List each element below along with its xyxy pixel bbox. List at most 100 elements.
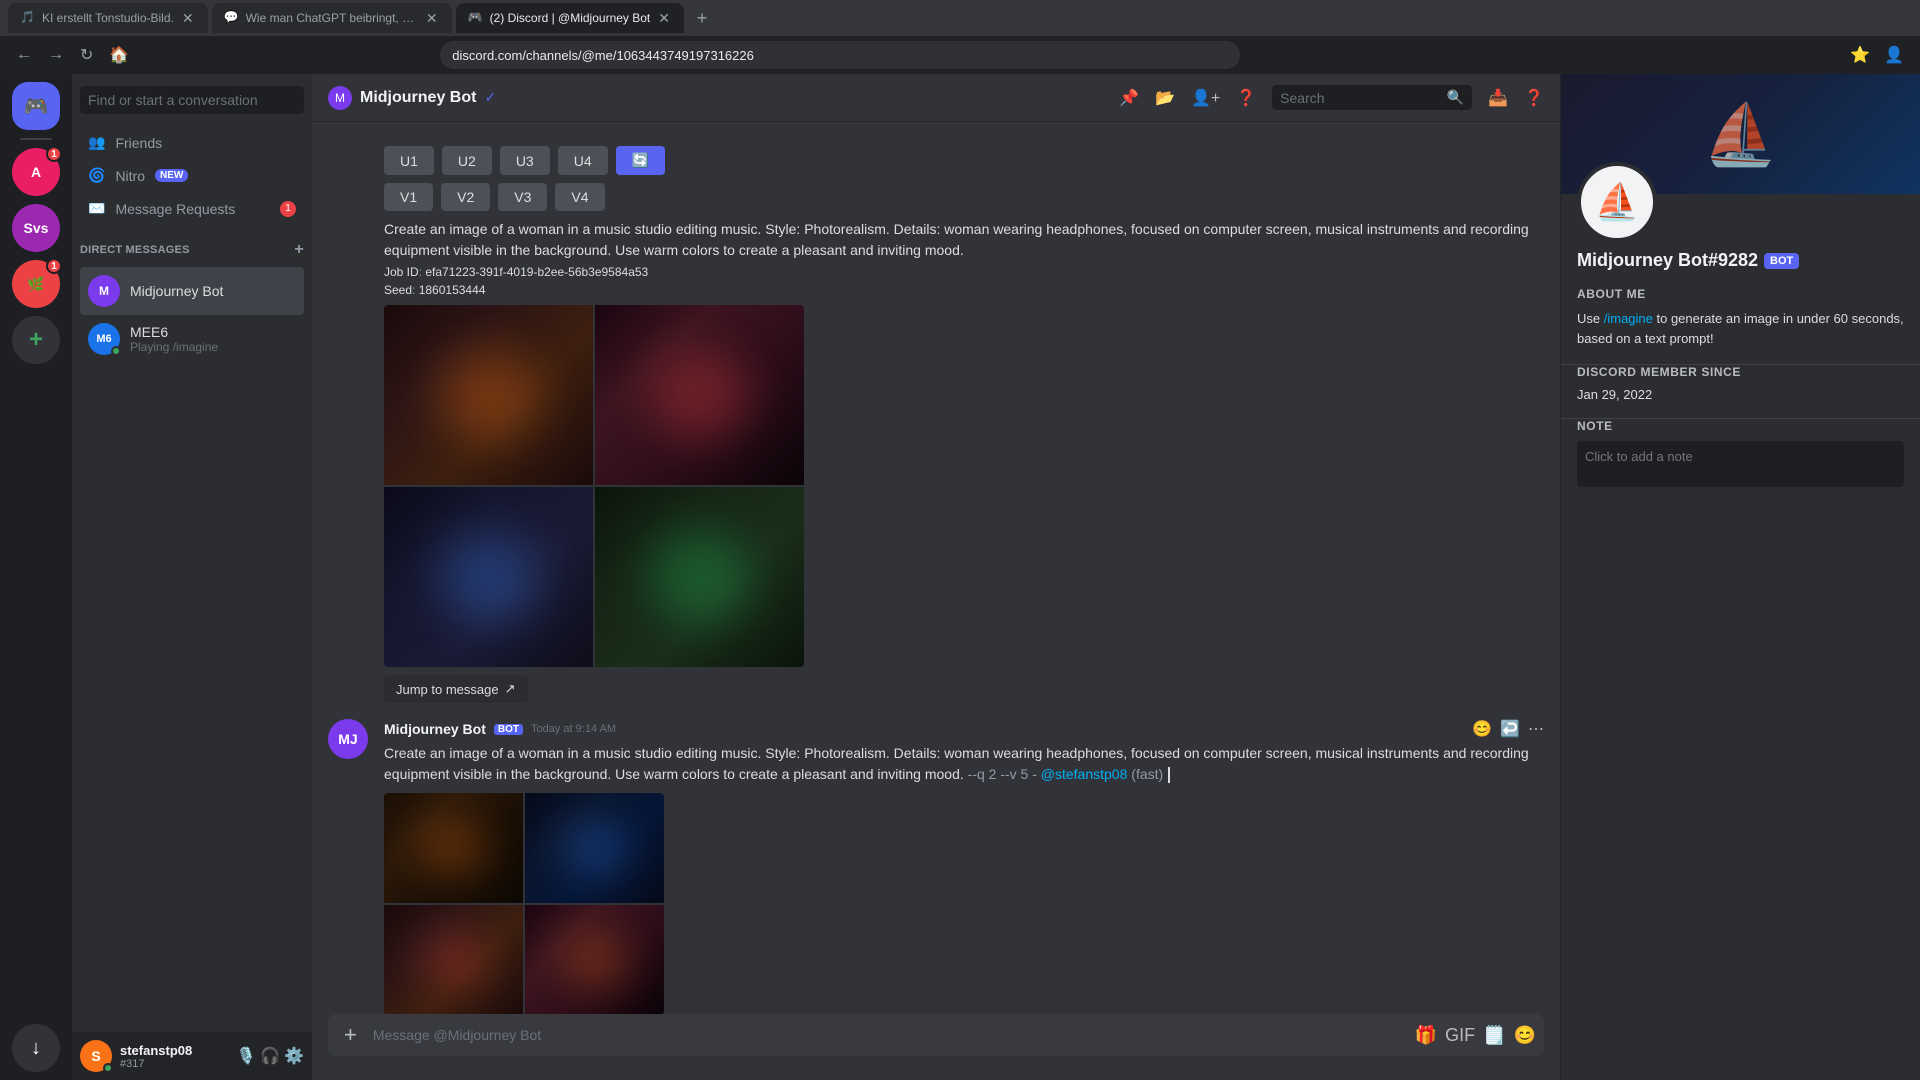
headphone-icon[interactable]: 🎧 [260, 1046, 280, 1066]
button-U3[interactable]: U3 [500, 146, 550, 175]
img-overlay-6 [525, 793, 664, 903]
button-U2[interactable]: U2 [442, 146, 492, 175]
message-input[interactable] [373, 1015, 1407, 1055]
img-overlay-3 [384, 487, 593, 667]
dm-section-label: DIRECT MESSAGES [80, 244, 190, 256]
add-server-button[interactable]: + [12, 316, 60, 364]
button-U4[interactable]: U4 [558, 146, 608, 175]
download-icon: ↓ [31, 1037, 41, 1060]
tab-2[interactable]: 💬 Wie man ChatGPT beibringt, be... ✕ [212, 3, 452, 33]
tab-title-2: Wie man ChatGPT beibringt, be... [246, 11, 418, 25]
jump-to-message-button[interactable]: Jump to message ↗ [384, 675, 528, 703]
header-icons: 📌 📂 👤+ ❓ Search 🔍 📥 ❓ [1119, 85, 1544, 110]
member-since-section: DISCORD MEMBER SINCE Jan 29, 2022 [1561, 365, 1920, 419]
sticker-icon[interactable]: 🗒️ [1483, 1025, 1505, 1046]
tab-close-1[interactable]: ✕ [180, 8, 196, 29]
about-me-section: ABOUT ME Use /imagine to generate an ima… [1561, 287, 1920, 365]
imagine-link[interactable]: /imagine [1604, 311, 1653, 326]
reply-icon[interactable]: ↩️ [1500, 719, 1520, 739]
button-U1[interactable]: U1 [384, 146, 434, 175]
url-bar[interactable]: discord.com/channels/@me/106344374919731… [440, 41, 1240, 69]
nitro-item[interactable]: 🌀 Nitro NEW [80, 159, 304, 192]
ai-image-5 [384, 793, 523, 903]
more-icon[interactable]: ⋯ [1528, 719, 1544, 739]
member-since-date: Jan 29, 2022 [1577, 387, 1904, 402]
user-avatar: S [80, 1040, 112, 1072]
button-V3[interactable]: V3 [498, 183, 547, 211]
gift-icon[interactable]: 🎁 [1415, 1025, 1437, 1046]
message-2-suffix: --q 2 --v 5 - [968, 766, 1041, 782]
direct-messages-header: DIRECT MESSAGES + [72, 225, 312, 263]
msg1-spacer [328, 138, 368, 703]
mee6-avatar: M6 [88, 323, 120, 355]
seed-value: 1860153444 [419, 283, 486, 297]
add-friend-icon[interactable]: 👤+ [1191, 88, 1220, 108]
img-glow-1 [426, 341, 551, 449]
button-V4[interactable]: V4 [555, 183, 604, 211]
message-1-prompt: Create an image of a woman in a music st… [384, 219, 1544, 261]
tab-3[interactable]: 🎮 (2) Discord | @Midjourney Bot ✕ [456, 3, 684, 33]
server-discord-home[interactable]: 🎮 [12, 82, 60, 130]
tab-close-3[interactable]: ✕ [656, 8, 672, 29]
new-dm-button[interactable]: + [294, 241, 304, 259]
download-button[interactable]: ↓ [12, 1024, 60, 1072]
home-button[interactable]: 🏠 [105, 41, 133, 69]
profile-avatar-large: ⛵ [1577, 162, 1657, 242]
tab-favicon-3: 🎮 [468, 10, 484, 26]
ai-image-6 [525, 793, 664, 903]
server-2[interactable]: Svs [12, 204, 60, 252]
tab-1[interactable]: 🎵 KI erstellt Tonstudio-Bild. ✕ [8, 3, 208, 33]
midjourney-avatar: M [88, 275, 120, 307]
forward-button[interactable]: → [44, 42, 68, 68]
img-overlay-7 [384, 905, 523, 1014]
pin-icon[interactable]: 📌 [1119, 88, 1139, 108]
dm-search-area [72, 74, 312, 122]
messages-area[interactable]: U1 U2 U3 U4 🔄 V1 V2 V3 V4 Create an imag… [312, 122, 1560, 1014]
message-requests-item[interactable]: ✉️ Message Requests 1 [80, 192, 304, 225]
img-overlay-5 [384, 793, 523, 903]
message-requests-label: Message Requests [115, 201, 235, 217]
microphone-icon[interactable]: 🎙️ [236, 1046, 256, 1066]
friends-item[interactable]: 👥 Friends [80, 126, 304, 159]
button-refresh[interactable]: 🔄 [616, 146, 665, 175]
search-bar[interactable]: Search 🔍 [1272, 85, 1472, 110]
find-conversation-input[interactable] [80, 86, 304, 114]
emoji-icon[interactable]: 😊 [1514, 1025, 1536, 1046]
discord-home-icon: 🎮 [24, 94, 49, 119]
note-input[interactable] [1577, 441, 1904, 487]
inbox-button[interactable]: 📥 [1488, 88, 1508, 108]
gif-icon[interactable]: GIF [1445, 1025, 1475, 1046]
reload-button[interactable]: ↻ [76, 41, 97, 69]
about-me-text: Use /imagine to generate an image in und… [1577, 309, 1904, 348]
nitro-new-badge: NEW [155, 169, 188, 182]
ai-image-3 [384, 487, 593, 667]
ai-image-2 [595, 305, 804, 485]
add-attachment-button[interactable]: + [336, 1014, 365, 1056]
tab-close-2[interactable]: ✕ [424, 8, 440, 29]
new-tab-button[interactable]: + [688, 4, 716, 32]
button-V2[interactable]: V2 [441, 183, 490, 211]
server-1[interactable]: A 1 [12, 148, 60, 196]
extensions-button[interactable]: ⭐ [1846, 41, 1874, 69]
profile-button[interactable]: 👤 [1880, 41, 1908, 69]
server-3-icon: 🌿 [27, 276, 44, 293]
react-icon[interactable]: 😊 [1472, 719, 1492, 739]
message-requests-badge: 1 [280, 201, 296, 217]
help-icon[interactable]: ❓ [1236, 88, 1256, 108]
user-status-dot [103, 1063, 113, 1073]
friends-icon: 👥 [88, 134, 105, 151]
dm-midjourney[interactable]: M Midjourney Bot [80, 267, 304, 315]
server-1-badge: 1 [46, 146, 62, 162]
help-button[interactable]: ❓ [1524, 88, 1544, 108]
message-2-time: Today at 9:14 AM [531, 723, 616, 735]
server-3[interactable]: 🌿 1 [12, 260, 60, 308]
dm-nav-section: 👥 Friends 🌀 Nitro NEW ✉️ Message Request… [72, 126, 312, 225]
message-2-mention[interactable]: @stefanstp08 [1041, 766, 1128, 782]
button-V1[interactable]: V1 [384, 183, 433, 211]
mee6-avatar-icon: M6 [96, 333, 111, 345]
dm-mee6[interactable]: M6 MEE6 Playing /imagine [80, 315, 304, 363]
settings-icon[interactable]: ⚙️ [284, 1046, 304, 1066]
inbox-icon[interactable]: 📂 [1155, 88, 1175, 108]
message-2-author: Midjourney Bot [384, 721, 486, 737]
back-button[interactable]: ← [12, 42, 36, 68]
